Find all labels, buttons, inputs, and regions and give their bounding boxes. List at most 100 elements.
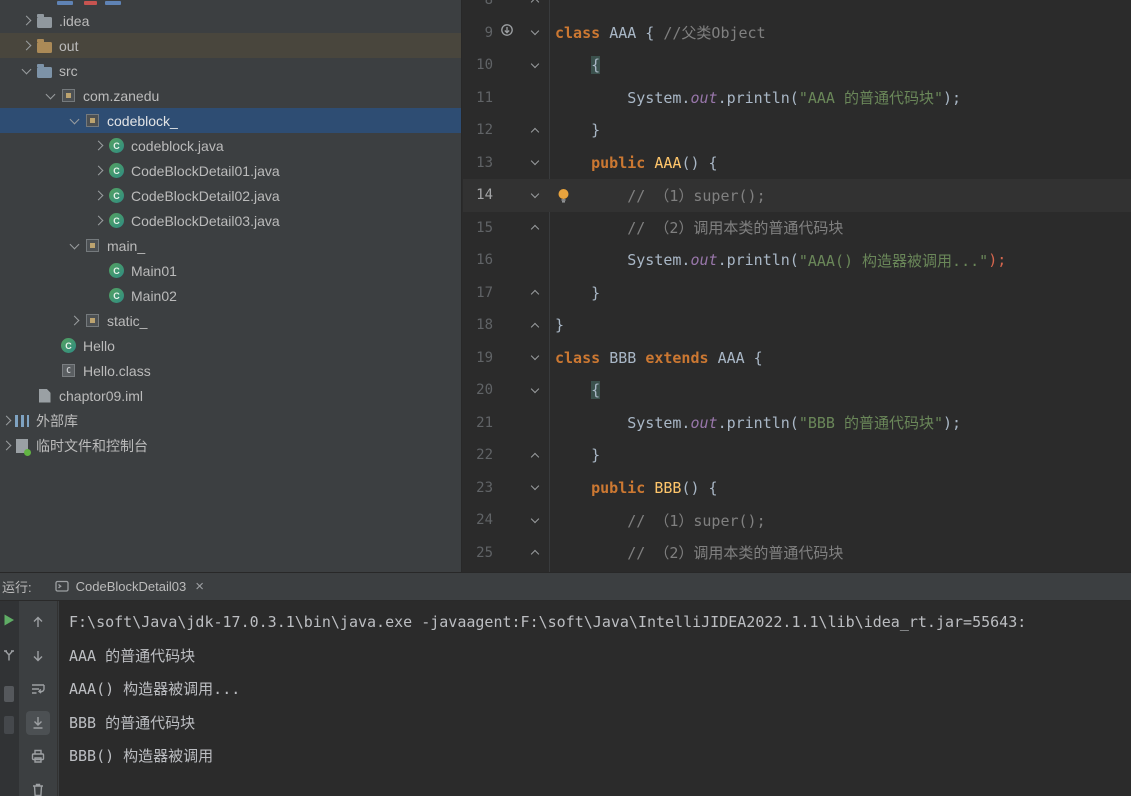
code-line-8[interactable]: 8	[463, 0, 1131, 17]
down-icon[interactable]	[26, 644, 50, 668]
editor-lines: 8 9 class AAA { //父类Object 10 {11 System. ou…	[463, 0, 1131, 569]
tree-item-main02[interactable]: C Main02	[0, 283, 461, 308]
code-line-19[interactable]: 19 class BBB extends AAA {	[463, 342, 1131, 375]
code-text: System. out .println("AAA() 构造器被调用...");	[555, 251, 1007, 270]
console-toolbar	[19, 601, 58, 796]
code-line-13[interactable]: 13 public AAA() {	[463, 147, 1131, 180]
fold-expanded-icon[interactable]	[530, 352, 540, 361]
chevron-right-icon[interactable]	[0, 433, 13, 458]
fold-expanded-icon[interactable]	[530, 514, 540, 523]
stripe-toolwindow-icon[interactable]	[4, 716, 14, 734]
code-line-15[interactable]: 15 // （2）调用本类的普通代码块	[463, 212, 1131, 245]
console-output[interactable]: F:\soft\Java\jdk-17.0.3.1\bin\java.exe -…	[59, 601, 1131, 796]
fold-end-icon[interactable]	[530, 0, 540, 6]
rerun-icon[interactable]	[1, 612, 17, 628]
chevron-right-icon[interactable]	[16, 33, 36, 58]
line-number: 15	[476, 219, 493, 236]
chevron-right-icon[interactable]	[88, 183, 108, 208]
fold-expanded-icon[interactable]	[530, 59, 540, 68]
print-icon[interactable]	[26, 744, 50, 768]
tree-item-main[interactable]: main_	[0, 233, 461, 258]
fork-icon[interactable]	[1, 647, 17, 663]
fold-expanded-icon[interactable]	[530, 482, 540, 491]
chevron-right-icon[interactable]	[88, 208, 108, 233]
fold-expanded-icon[interactable]	[530, 189, 540, 198]
fold-end-icon[interactable]	[530, 290, 540, 299]
tree-item-idea[interactable]: .idea	[0, 8, 461, 33]
fold-expanded-icon[interactable]	[530, 157, 540, 166]
code-line-24[interactable]: 24 // （1）super();	[463, 504, 1131, 537]
line-number: 12	[476, 122, 493, 139]
run-tab-codeblockdetail03[interactable]: CodeBlockDetail03 ×	[46, 573, 212, 600]
code-line-10[interactable]: 10 {	[463, 49, 1131, 82]
tool-stripe	[0, 601, 19, 796]
chevron-right-icon[interactable]	[64, 308, 84, 333]
run-panel-label: 运行:	[2, 580, 32, 595]
tree-item-label: .idea	[59, 12, 90, 29]
clear-icon[interactable]	[26, 778, 50, 796]
code-line-23[interactable]: 23 public BBB() {	[463, 472, 1131, 505]
code-line-9[interactable]: 9 class AAA { //父类Object	[463, 17, 1131, 50]
scroll-to-end-icon[interactable]	[26, 710, 50, 735]
line-number: 24	[476, 512, 493, 529]
tree-item-static[interactable]: static_	[0, 308, 461, 333]
code-line-20[interactable]: 20 {	[463, 374, 1131, 407]
tree-item-codeblockdetail02-java[interactable]: C CodeBlockDetail02.java	[0, 183, 461, 208]
up-icon[interactable]	[26, 610, 50, 634]
tree-item-main01[interactable]: C Main01	[0, 258, 461, 283]
tree-item-codeblockdetail03-java[interactable]: C CodeBlockDetail03.java	[0, 208, 461, 233]
chevron-right-icon[interactable]	[16, 8, 36, 33]
project-tree: .idea out src com.zanedu codeblock_ Ccodebloc…	[0, 8, 461, 458]
tree-item-external-libraries[interactable]: 外部库	[0, 408, 461, 433]
fold-slot	[527, 407, 543, 440]
fold-slot	[527, 439, 543, 472]
chevron-right-icon[interactable]	[88, 158, 108, 183]
tree-item-com-zanedu[interactable]: com.zanedu	[0, 83, 461, 108]
tree-item-label: main_	[107, 237, 146, 254]
fold-end-icon[interactable]	[530, 225, 540, 234]
code-line-25[interactable]: 25 // （2）调用本类的普通代码块	[463, 537, 1131, 570]
tree-item-hello[interactable]: C Hello	[0, 333, 461, 358]
tree-item-codeblock[interactable]: codeblock_	[0, 108, 461, 133]
code-line-12[interactable]: 12 }	[463, 114, 1131, 147]
code-line-18[interactable]: 18}	[463, 309, 1131, 342]
code-line-21[interactable]: 21 System. out .println("BBB 的普通代码块");	[463, 407, 1131, 440]
tree-item-out[interactable]: out	[0, 33, 461, 58]
run-tab-label: CodeBlockDetail03	[75, 579, 187, 594]
class-file-icon: C	[60, 362, 77, 379]
chevron-down-icon[interactable]	[16, 58, 36, 83]
tree-item-label: 临时文件和控制台	[36, 437, 148, 454]
fold-expanded-icon[interactable]	[530, 384, 540, 393]
line-number: 17	[476, 284, 493, 301]
soft-wrap-icon[interactable]	[26, 677, 50, 701]
chevron-right-icon[interactable]	[0, 408, 13, 433]
close-icon[interactable]: ×	[195, 578, 204, 595]
code-line-17[interactable]: 17 }	[463, 277, 1131, 310]
code-line-11[interactable]: 11 System. out .println("AAA 的普通代码块");	[463, 82, 1131, 115]
code-text: {	[591, 56, 601, 75]
chevron-down-icon[interactable]	[64, 108, 84, 133]
fold-end-icon[interactable]	[530, 452, 540, 461]
tree-item-codeblockdetail01-java[interactable]: C CodeBlockDetail01.java	[0, 158, 461, 183]
stripe-toolwindow-icon[interactable]	[4, 686, 14, 702]
tree-item-hello-class[interactable]: C Hello.class	[0, 358, 461, 383]
chevron-down-icon[interactable]	[64, 233, 84, 258]
fold-expanded-icon[interactable]	[530, 27, 540, 36]
chevron-down-icon[interactable]	[40, 83, 60, 108]
overridden-marker-icon[interactable]	[500, 23, 514, 42]
chevron-right-icon[interactable]	[88, 133, 108, 158]
fold-end-icon[interactable]	[530, 322, 540, 331]
code-line-14[interactable]: 14 // （1）super();	[463, 179, 1131, 212]
tree-item-label: 外部库	[36, 412, 78, 429]
fold-end-icon[interactable]	[530, 127, 540, 136]
code-line-22[interactable]: 22 }	[463, 439, 1131, 472]
fold-end-icon[interactable]	[530, 550, 540, 559]
fold-slot	[527, 537, 543, 570]
tree-item-codeblock-java[interactable]: Ccodeblock.java	[0, 133, 461, 158]
code-line-16[interactable]: 16 System. out .println("AAA() 构造器被调用...")…	[463, 244, 1131, 277]
tree-item-scratches-and-consoles[interactable]: 临时文件和控制台	[0, 433, 461, 458]
tree-item-chaptor09-iml[interactable]: chaptor09.iml	[0, 383, 461, 408]
tree-item-src[interactable]: src	[0, 58, 461, 83]
fold-slot	[527, 277, 543, 310]
editor[interactable]: 8 9 class AAA { //父类Object 10 {11 System. ou…	[463, 0, 1131, 572]
